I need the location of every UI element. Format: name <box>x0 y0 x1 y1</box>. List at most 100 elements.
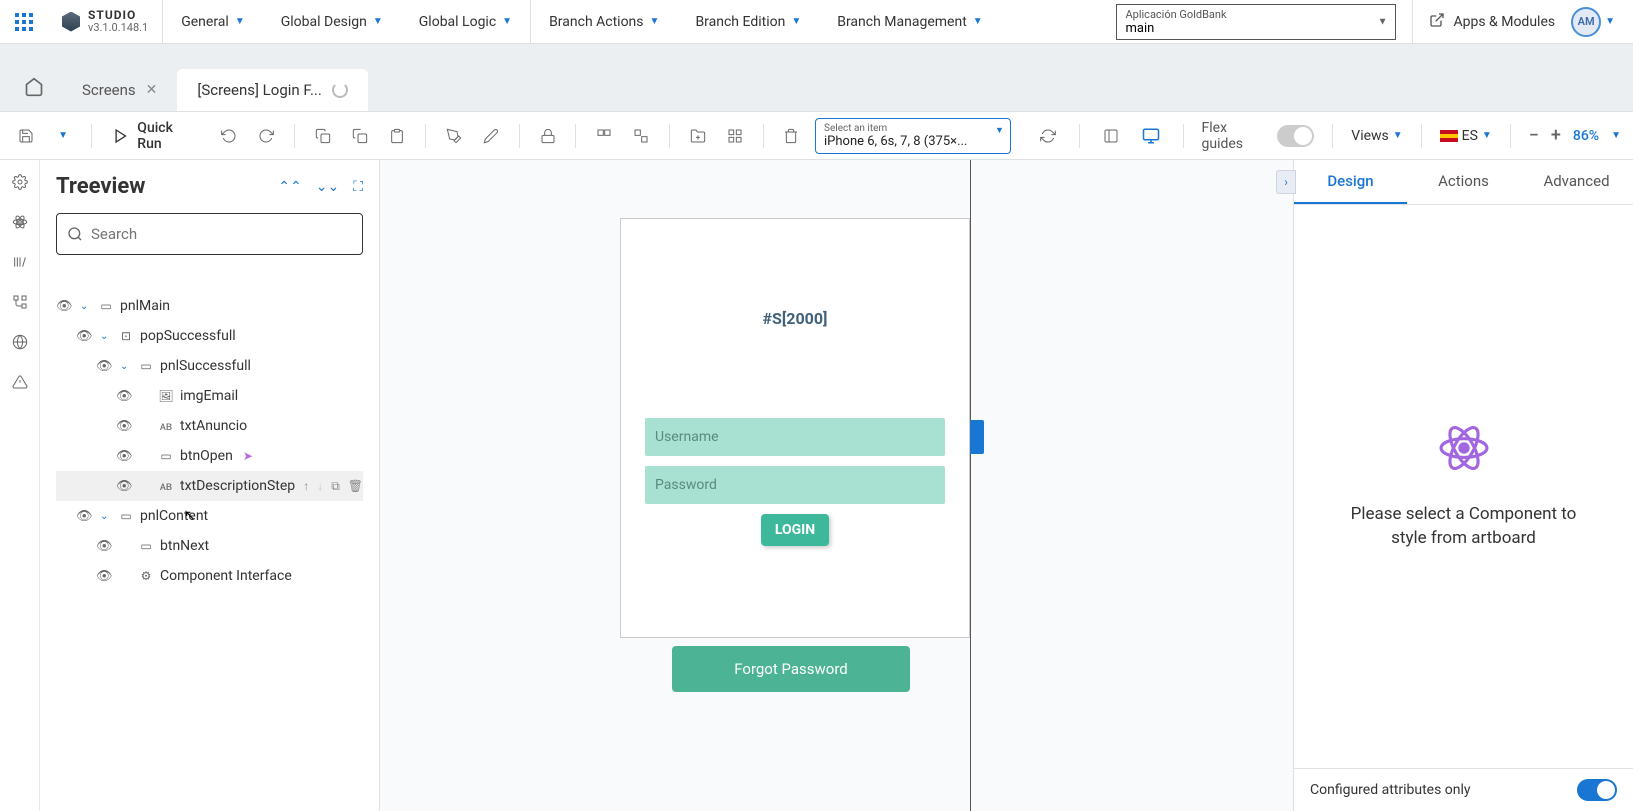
tab-screens[interactable]: Screens ✕ <box>62 69 177 111</box>
pen-icon[interactable] <box>477 122 504 150</box>
paste-icon[interactable] <box>384 122 411 150</box>
tab-design[interactable]: Design <box>1294 160 1407 204</box>
visibility-icon[interactable]: 👁 <box>96 569 114 584</box>
visibility-icon[interactable]: 👁 <box>116 389 134 404</box>
search-input[interactable] <box>91 225 352 243</box>
copy-icon[interactable]: ⧉ <box>331 479 340 494</box>
visibility-icon[interactable]: 👁 <box>76 329 94 344</box>
lock-icon[interactable] <box>534 122 561 150</box>
tree-node-btnnext[interactable]: 👁 ▭ btnNext <box>56 531 363 561</box>
tree-node-pnlmain[interactable]: 👁⌄ ▭ pnlMain <box>56 291 363 321</box>
canvas[interactable]: #S[2000] Username Password LOGIN Forgot … <box>380 160 1293 811</box>
copy2-icon[interactable] <box>590 122 617 150</box>
zoom-out-button[interactable]: − <box>1529 125 1539 146</box>
layout-icon[interactable] <box>1098 122 1124 150</box>
tree-search[interactable] <box>56 213 363 255</box>
text-icon: ᴀʙ <box>158 419 174 433</box>
folder-add-icon[interactable] <box>684 122 711 150</box>
chevron-down-icon[interactable]: ▼ <box>49 122 76 150</box>
flex-guides-toggle[interactable]: Flex guides <box>1202 120 1315 152</box>
delete-icon[interactable]: 🗑 <box>348 479 363 494</box>
save-icon[interactable] <box>12 122 39 150</box>
visibility-icon[interactable]: 👁 <box>96 539 114 554</box>
apps-modules-button[interactable]: Apps & Modules <box>1412 0 1555 43</box>
redo-icon[interactable] <box>253 122 280 150</box>
app-selector-value: main <box>1125 21 1387 36</box>
chevron-down-icon: ▼ <box>373 16 383 27</box>
fullscreen-icon[interactable]: ⛶ <box>353 179 363 195</box>
menu-global-logic[interactable]: Global Logic▼ <box>401 0 531 43</box>
visibility-icon[interactable]: 👁 <box>96 359 114 374</box>
visibility-icon[interactable]: 👁 <box>116 449 134 464</box>
user-menu[interactable]: AM ▼ <box>1571 7 1615 37</box>
tree-node-txtanuncio[interactable]: 👁 ᴀʙ txtAnuncio <box>56 411 363 441</box>
close-icon[interactable]: ✕ <box>146 82 158 98</box>
menu-branch-management[interactable]: Branch Management▼ <box>819 0 1000 43</box>
flag-es-icon <box>1440 130 1458 142</box>
cut-icon[interactable] <box>346 122 373 150</box>
grid-icon[interactable] <box>721 122 748 150</box>
collapse-panel-button[interactable]: › <box>1276 170 1296 194</box>
warning-icon[interactable] <box>8 370 32 394</box>
copy-icon[interactable] <box>309 122 336 150</box>
move-down-icon[interactable]: ↓ <box>317 479 323 494</box>
menu-branch-edition[interactable]: Branch Edition▼ <box>677 0 819 43</box>
apps-grid-icon[interactable] <box>0 13 48 31</box>
tab-advanced[interactable]: Advanced <box>1520 160 1633 204</box>
menu-branch-actions[interactable]: Branch Actions▼ <box>531 0 677 43</box>
password-input[interactable]: Password <box>645 466 945 504</box>
move-up-icon[interactable]: ↑ <box>303 479 309 494</box>
gear-icon[interactable] <box>8 170 32 194</box>
menu-global-design[interactable]: Global Design▼ <box>263 0 401 43</box>
globe-icon[interactable] <box>8 330 32 354</box>
home-icon[interactable] <box>16 69 52 105</box>
tree-node-pnlcontent[interactable]: 👁⌄ ▭ pnlContent ↖ <box>56 501 363 531</box>
tree-node-imgemail[interactable]: 👁 🖼 imgEmail <box>56 381 363 411</box>
tree-node-popsuccessfull[interactable]: 👁⌄ ⊡ popSuccessfull <box>56 321 363 351</box>
tree-icon[interactable] <box>8 290 32 314</box>
toolbar: ▼ Quick Run Select an item iPhone 6, 6s,… <box>0 112 1633 160</box>
tree-list: 👁⌄ ▭ pnlMain 👁⌄ ⊡ popSuccessfull 👁⌄ ▭ pn… <box>56 291 363 591</box>
zoom-value[interactable]: 86% <box>1573 128 1599 144</box>
forgot-password-button[interactable]: Forgot Password <box>672 646 910 692</box>
caret-icon[interactable]: ⌄ <box>80 301 92 312</box>
caret-icon[interactable]: ⌄ <box>120 361 132 372</box>
undo-icon[interactable] <box>215 122 242 150</box>
configured-only-switch[interactable] <box>1577 779 1617 801</box>
monitor-icon[interactable] <box>1138 122 1164 150</box>
app-selector[interactable]: Aplicación GoldBank main ▼ <box>1116 4 1396 40</box>
visibility-icon[interactable]: 👁 <box>76 509 94 524</box>
language-dropdown[interactable]: ES▼ <box>1440 128 1492 144</box>
views-dropdown[interactable]: Views▼ <box>1351 128 1402 144</box>
zoom-in-button[interactable]: + <box>1551 125 1561 146</box>
tree-node-txtdescriptionstep[interactable]: 👁 ᴀʙ txtDescriptionStep ↑ ↓ ⧉ 🗑 <box>56 471 363 501</box>
tree-node-pnlsuccessfull[interactable]: 👁⌄ ▭ pnlSuccessfull <box>56 351 363 381</box>
trash-icon[interactable] <box>778 122 805 150</box>
username-input[interactable]: Username <box>645 418 945 456</box>
library-icon[interactable] <box>8 250 32 274</box>
expand-all-icon[interactable]: ⌄⌄ <box>316 179 339 195</box>
tab-actions[interactable]: Actions <box>1407 160 1520 204</box>
brush-icon[interactable] <box>440 122 467 150</box>
resize-handle[interactable] <box>970 420 984 454</box>
caret-icon[interactable]: ⌄ <box>100 331 112 342</box>
artboard[interactable]: #S[2000] Username Password LOGIN <box>620 218 970 638</box>
visibility-icon[interactable]: 👁 <box>116 419 134 434</box>
tree-node-btnopen[interactable]: 👁 ▭ btnOpen ➤ <box>56 441 363 471</box>
device-selector[interactable]: Select an item iPhone 6, 6s, 7, 8 (375×.… <box>815 118 1011 154</box>
collapse-all-icon[interactable]: ⌃⌃ <box>278 179 301 195</box>
tab-login-f[interactable]: [Screens] Login F... <box>177 69 367 111</box>
menu-general[interactable]: General▼ <box>163 0 263 43</box>
quick-run-button[interactable]: Quick Run <box>106 120 206 152</box>
visibility-icon[interactable]: 👁 <box>116 479 134 494</box>
tree-node-component-interface[interactable]: 👁 ⚙ Component Interface <box>56 561 363 591</box>
caret-icon[interactable]: ⌄ <box>100 511 112 522</box>
chevron-down-icon: ▼ <box>1378 16 1388 27</box>
duplicate-icon[interactable] <box>628 122 655 150</box>
atom-icon[interactable] <box>8 210 32 234</box>
refresh-icon[interactable] <box>1035 122 1061 150</box>
app-selector-label: Aplicación GoldBank <box>1125 8 1387 21</box>
visibility-icon[interactable]: 👁 <box>56 299 74 314</box>
switch-icon[interactable] <box>1277 125 1314 147</box>
login-button[interactable]: LOGIN <box>761 514 829 546</box>
